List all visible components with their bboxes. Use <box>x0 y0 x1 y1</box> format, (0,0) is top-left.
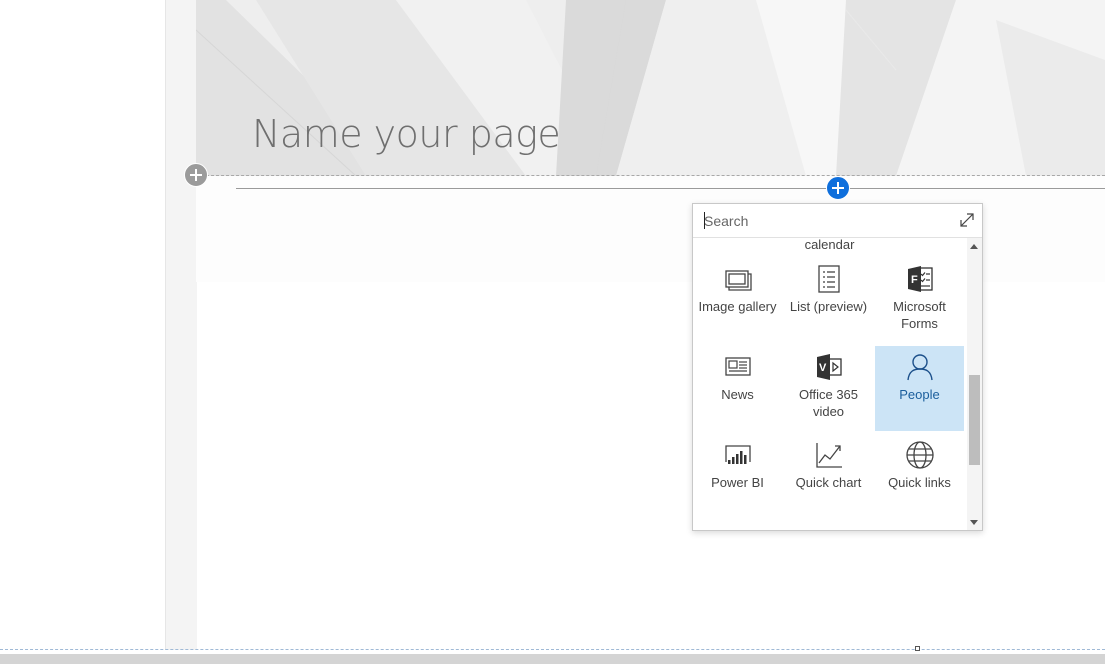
globe-icon <box>905 440 935 470</box>
tile-office-365-video[interactable]: V Office 365 video <box>784 346 873 431</box>
quick-chart-icon <box>814 440 844 470</box>
power-bi-icon <box>723 440 753 470</box>
image-gallery-icon <box>723 264 753 294</box>
scroll-thumb[interactable] <box>969 375 980 465</box>
tile-label: Quick links <box>888 475 951 490</box>
expand-icon[interactable] <box>959 212 975 228</box>
search-input[interactable] <box>704 211 944 231</box>
left-panel <box>0 0 165 650</box>
partial-tile-icon <box>814 528 844 530</box>
list-icon <box>814 264 844 294</box>
webpart-toolbox: calendar Image gallery <box>692 203 983 531</box>
section-divider <box>196 175 1105 176</box>
tile-image-gallery[interactable]: Image gallery <box>693 258 782 343</box>
tile-label: News <box>721 387 754 402</box>
tile-label: Image gallery <box>698 299 777 314</box>
svg-text:V: V <box>819 362 827 374</box>
toolbox-scrollbar[interactable] <box>967 238 982 530</box>
tile-list-preview[interactable]: List (preview) <box>784 258 873 343</box>
list-item-label: calendar <box>804 238 855 252</box>
page-title-input[interactable]: Name your page <box>252 112 561 156</box>
tile-label: Quick chart <box>795 475 862 490</box>
toolbox-search-row <box>693 204 982 238</box>
resize-handle[interactable] <box>915 646 920 651</box>
tile-power-bi[interactable]: Power BI <box>693 434 782 519</box>
tile-label: List (preview) <box>789 299 868 314</box>
scroll-up-icon[interactable] <box>970 244 978 249</box>
tile-label: Office 365 video <box>798 387 859 419</box>
tile-microsoft-forms[interactable]: F Microsoft Forms <box>875 258 964 343</box>
webpart-list: calendar Image gallery List (preview) F … <box>693 238 967 530</box>
svg-text:F: F <box>911 274 918 286</box>
tile-quick-chart[interactable]: Quick chart <box>784 434 873 519</box>
tile-quick-links[interactable]: Quick links <box>875 434 964 519</box>
webpart-insert-line <box>236 188 1105 189</box>
microsoft-forms-icon: F <box>905 264 935 294</box>
people-icon <box>905 352 935 382</box>
bottom-bar <box>0 654 1105 664</box>
tile-news[interactable]: News <box>693 346 782 431</box>
news-icon <box>723 352 753 382</box>
tile-label: People <box>899 387 940 402</box>
tile-people[interactable]: People <box>875 346 964 431</box>
add-section-button[interactable] <box>184 163 208 187</box>
partial-tile-icon <box>905 528 935 530</box>
tile-label: Microsoft Forms <box>893 299 946 331</box>
tile-label: Power BI <box>711 475 764 490</box>
text-caret <box>704 212 705 229</box>
bottom-divider <box>0 649 1105 650</box>
add-webpart-button[interactable] <box>826 176 850 200</box>
office-365-video-icon: V <box>814 352 844 382</box>
scroll-down-icon[interactable] <box>970 520 978 525</box>
section-gutter <box>165 0 197 650</box>
